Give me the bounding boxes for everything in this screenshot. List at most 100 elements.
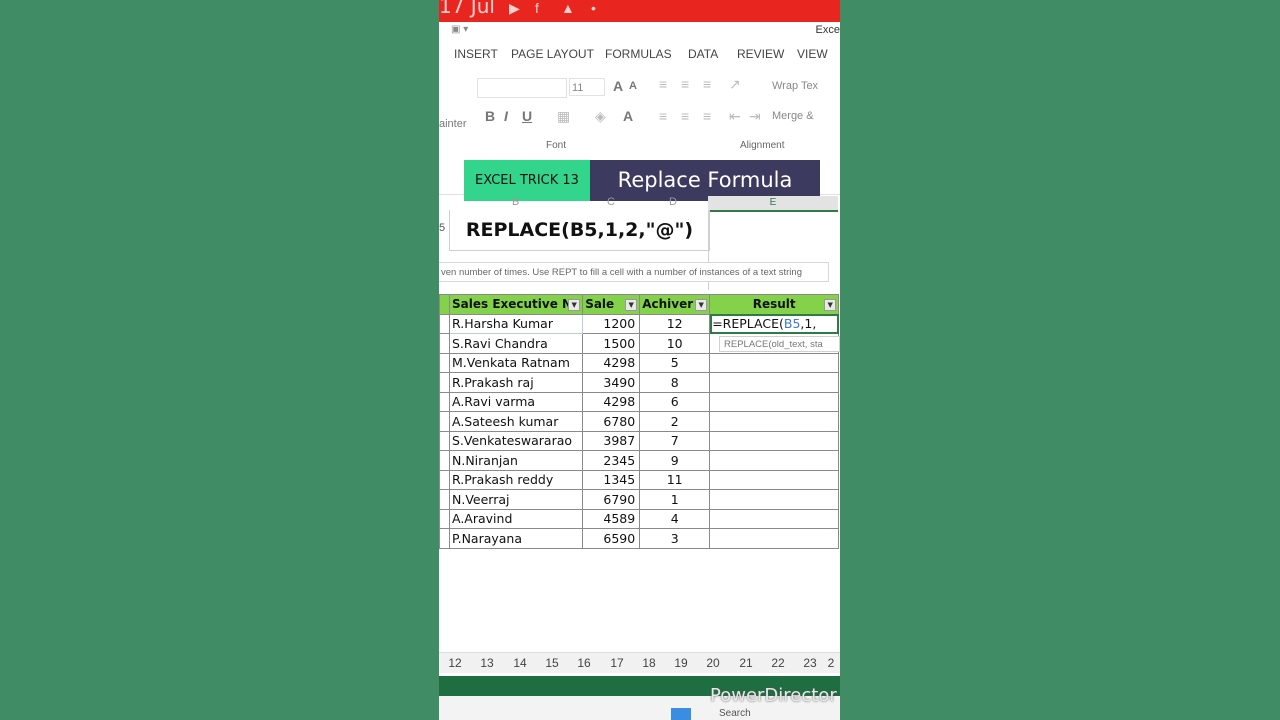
row-number[interactable]: 20 (697, 656, 729, 670)
row-number[interactable]: 14 (504, 656, 536, 670)
cell-name[interactable]: A.Aravind (448, 508, 584, 529)
cell-sale[interactable]: 6780 (582, 411, 641, 432)
cell-achiver[interactable]: 1 (639, 489, 711, 510)
cell-name[interactable]: A.Sateesh kumar (448, 411, 584, 432)
header-sale[interactable]: Sale ▼ (582, 294, 641, 315)
row-number[interactable]: 21 (730, 656, 762, 670)
filter-dropdown-icon[interactable]: ▼ (568, 299, 581, 311)
cell-name[interactable]: S.Venkateswararao (448, 430, 584, 451)
cell-achiver[interactable]: 10 (639, 333, 711, 354)
row-number[interactable]: 16 (568, 656, 600, 670)
cell-achiver[interactable]: 9 (639, 450, 711, 471)
cell-result[interactable] (709, 411, 840, 432)
column-header-b[interactable]: B (512, 196, 519, 210)
cell-name[interactable]: R.Prakash raj (448, 372, 584, 393)
font-name-box[interactable] (477, 78, 567, 98)
cell-result[interactable] (709, 391, 840, 412)
column-header-d[interactable]: D (669, 196, 677, 210)
row-number[interactable]: 22 (762, 656, 794, 670)
row-number[interactable]: 15 (536, 656, 568, 670)
cell-achiver[interactable]: 4 (639, 508, 711, 529)
cell-sale[interactable]: 6790 (582, 489, 641, 510)
cell-name[interactable]: M.Venkata Ratnam (448, 352, 584, 373)
header-achiver[interactable]: Achiver ▼ (639, 294, 711, 315)
filter-dropdown-icon[interactable]: ▼ (695, 299, 708, 311)
cell-sale[interactable]: 4589 (582, 508, 641, 529)
cell-result[interactable] (709, 489, 840, 510)
cell-sale[interactable]: 6590 (582, 528, 641, 549)
font-color-icon[interactable]: A (623, 108, 633, 124)
cell-sale[interactable]: 3987 (582, 430, 641, 451)
fill-color-icon[interactable]: ◈ (595, 108, 606, 125)
align-right-icon[interactable]: ≡ (703, 108, 711, 124)
cell-achiver[interactable]: 8 (639, 372, 711, 393)
cell-name[interactable]: P.Narayana (448, 528, 584, 549)
align-center-icon[interactable]: ≡ (681, 108, 689, 124)
cell-name[interactable]: S.Ravi Chandra (448, 333, 584, 354)
bold-icon[interactable]: B (485, 108, 495, 124)
cell-achiver[interactable]: 5 (639, 352, 711, 373)
cell-sale[interactable]: 3490 (582, 372, 641, 393)
filter-dropdown-icon[interactable]: ▼ (625, 299, 638, 311)
cell-sale[interactable]: 2345 (582, 450, 641, 471)
taskbar-search[interactable]: Search (719, 708, 751, 719)
italic-icon[interactable]: I (504, 108, 508, 124)
cell-achiver[interactable]: 12 (639, 313, 711, 334)
cell-result[interactable] (709, 508, 840, 529)
cell-result-editing[interactable]: =REPLACE(B5,1, (709, 313, 840, 334)
cell-name[interactable]: A.Ravi varma (448, 391, 584, 412)
row-number[interactable]: 18 (633, 656, 665, 670)
cell-result[interactable] (709, 430, 840, 451)
underline-icon[interactable]: U (522, 108, 532, 124)
tab-formulas[interactable]: FORMULAS (605, 47, 672, 61)
row-number[interactable]: 17 (601, 656, 633, 670)
align-middle-icon[interactable]: ≡ (681, 76, 689, 92)
cell-name[interactable]: R.Harsha Kumar (448, 313, 584, 334)
cell-result[interactable] (709, 450, 840, 471)
cell-result[interactable] (709, 528, 840, 549)
row-number[interactable]: 13 (471, 656, 503, 670)
cell-name[interactable]: N.Veerraj (448, 489, 584, 510)
cell-sale[interactable]: 1345 (582, 469, 641, 490)
cell-achiver[interactable]: 7 (639, 430, 711, 451)
cell-achiver[interactable]: 6 (639, 391, 711, 412)
tab-view[interactable]: VIEW (797, 47, 828, 61)
cell-result[interactable] (709, 352, 840, 373)
row-number[interactable]: 12 (439, 656, 471, 670)
align-top-icon[interactable]: ≡ (659, 76, 667, 92)
align-left-icon[interactable]: ≡ (659, 108, 667, 124)
formula-display-cell[interactable]: REPLACE(B5,1,2,"@") (449, 210, 710, 251)
tab-review[interactable]: REVIEW (737, 47, 784, 61)
cell-name[interactable]: N.Niranjan (448, 450, 584, 471)
cell-sale[interactable]: 1500 (582, 333, 641, 354)
borders-icon[interactable]: ▦ (557, 108, 570, 125)
cell-sale[interactable]: 4298 (582, 352, 641, 373)
align-bottom-icon[interactable]: ≡ (703, 76, 711, 92)
header-result[interactable]: Result ▼ (709, 294, 840, 315)
header-sales-executive[interactable]: Sales Executive Na ▼ (448, 294, 584, 315)
cell-name[interactable]: R.Prakash reddy (448, 469, 584, 490)
tab-insert[interactable]: INSERT (454, 47, 498, 61)
windows-start-icon[interactable] (671, 708, 691, 720)
format-painter-label[interactable]: ainter (439, 118, 467, 130)
cell-achiver[interactable]: 3 (639, 528, 711, 549)
column-header-e[interactable]: E (708, 196, 838, 212)
cell-achiver[interactable]: 2 (639, 411, 711, 432)
quick-access-icon[interactable]: ▣ ▾ (451, 24, 468, 35)
cell-result[interactable] (709, 469, 840, 490)
orientation-icon[interactable]: ↗ (729, 76, 741, 93)
outdent-icon[interactable]: ⇥ (749, 108, 761, 125)
cell-achiver[interactable]: 11 (639, 469, 711, 490)
merge-button[interactable]: Merge & (772, 110, 814, 122)
tab-data[interactable]: DATA (688, 47, 718, 61)
grow-font-icon[interactable]: A (613, 78, 623, 94)
shrink-font-icon[interactable]: A (629, 80, 637, 92)
row-number[interactable]: 19 (665, 656, 697, 670)
tab-page-layout[interactable]: PAGE LAYOUT (511, 47, 594, 61)
wrap-text-button[interactable]: Wrap Tex (772, 80, 818, 92)
cell-sale[interactable]: 1200 (582, 313, 641, 334)
column-header-c[interactable]: C (607, 196, 615, 210)
cell-result[interactable] (709, 372, 840, 393)
filter-dropdown-icon[interactable]: ▼ (824, 299, 837, 311)
cell-sale[interactable]: 4298 (582, 391, 641, 412)
